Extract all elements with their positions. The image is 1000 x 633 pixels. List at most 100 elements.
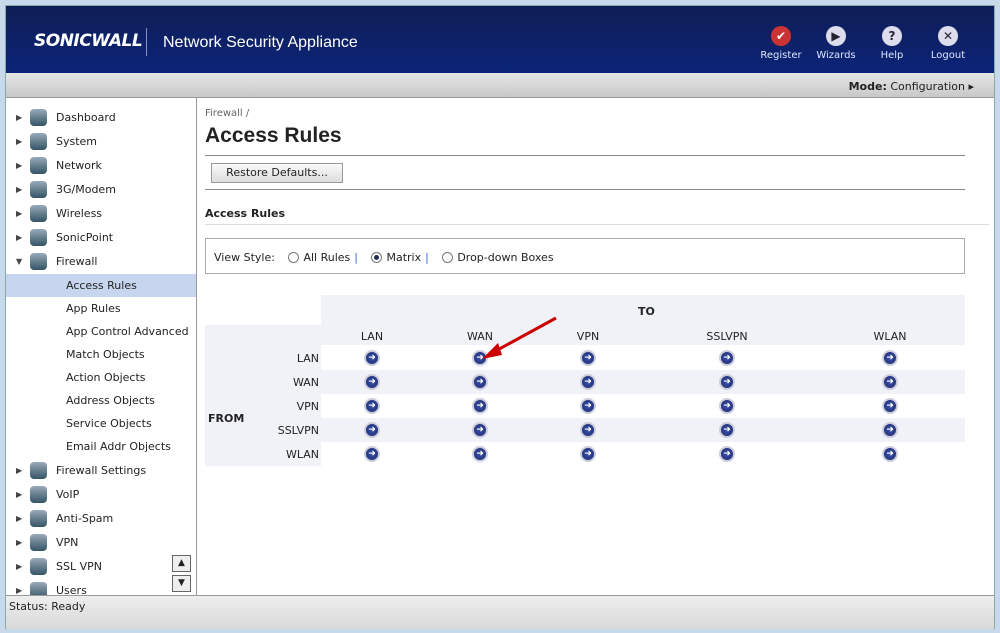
rule-arrow-icon[interactable]: ➜ [472, 398, 488, 414]
expand-arrow-icon[interactable]: ▶ [16, 202, 22, 225]
scroll-down-button[interactable]: ▼ [172, 575, 191, 592]
all-rules-label[interactable]: All Rules [303, 251, 350, 264]
expand-arrow-icon[interactable]: ▶ [16, 226, 22, 249]
dropdown-boxes-label[interactable]: Drop-down Boxes [457, 251, 553, 264]
sidebar-item-anti-spam[interactable]: ▶ Anti-Spam [6, 507, 196, 530]
rule-arrow-icon[interactable]: ➜ [719, 374, 735, 390]
sidebar-item-system[interactable]: ▶ System [6, 130, 196, 153]
matrix-label[interactable]: Matrix [386, 251, 421, 264]
to-label: TO [638, 305, 655, 318]
sidebar-item-firewall[interactable]: ▼ Firewall [6, 250, 196, 273]
expand-arrow-icon[interactable]: ▶ [16, 555, 22, 578]
sidebar-item-firewall-settings[interactable]: ▶ Firewall Settings [6, 459, 196, 482]
sidebar-item-label: SonicPoint [56, 231, 114, 244]
scroll-up-button[interactable]: ▲ [172, 555, 191, 572]
sidebar-item-label: System [56, 135, 98, 148]
rule-arrow-icon[interactable]: ➜ [364, 422, 380, 438]
sidebar-item-label: Match Objects [66, 348, 145, 361]
expand-arrow-icon[interactable]: ▶ [16, 459, 22, 482]
rule-arrow-icon[interactable]: ➜ [580, 398, 596, 414]
sidebar-item-voip[interactable]: ▶ VoIP [6, 483, 196, 506]
matrix-row [321, 346, 965, 370]
sidebar-item-label: Service Objects [66, 417, 152, 430]
wireless-icon [30, 205, 47, 222]
rule-arrow-icon[interactable]: ➜ [364, 350, 380, 366]
expand-arrow-icon[interactable]: ▼ [16, 250, 22, 273]
rule-arrow-icon[interactable]: ➜ [364, 398, 380, 414]
rule-arrow-icon[interactable]: ➜ [882, 350, 898, 366]
toolbar: Restore Defaults... [205, 155, 965, 190]
from-row-label: VPN [296, 400, 319, 413]
expand-arrow-icon[interactable]: ▶ [16, 154, 22, 177]
sonicpoint-icon [30, 229, 47, 246]
rule-arrow-icon[interactable]: ➜ [580, 446, 596, 462]
to-column-header: VPN [576, 330, 600, 343]
view-style-label: View Style: [214, 251, 275, 264]
sidebar-item-vpn[interactable]: ▶ VPN [6, 531, 196, 554]
rule-arrow-icon[interactable]: ➜ [882, 398, 898, 414]
rule-arrow-icon[interactable]: ➜ [580, 350, 596, 366]
radio-dropdown-boxes[interactable] [442, 252, 454, 263]
rule-arrow-icon[interactable]: ➜ [719, 398, 735, 414]
section-title: Access Rules [205, 207, 989, 225]
expand-arrow-icon[interactable]: ▶ [16, 507, 22, 530]
radio-matrix[interactable] [371, 252, 383, 263]
radio-all-rules[interactable] [288, 252, 300, 263]
sidebar-item-service-objects[interactable]: Service Objects [6, 412, 196, 435]
rule-arrow-icon[interactable]: ➜ [882, 422, 898, 438]
page-title: Access Rules [205, 124, 342, 147]
close-icon: ✕ [938, 26, 958, 46]
matrix-row [321, 394, 965, 418]
rule-arrow-icon[interactable]: ➜ [719, 422, 735, 438]
rule-arrow-icon[interactable]: ➜ [364, 374, 380, 390]
sidebar-item-label: Action Objects [66, 371, 146, 384]
sidebar-item-label: Email Addr Objects [66, 440, 171, 453]
rule-arrow-icon[interactable]: ➜ [882, 374, 898, 390]
sidebar-item-label: App Rules [66, 302, 121, 315]
rule-arrow-icon[interactable]: ➜ [580, 422, 596, 438]
firewall-icon [30, 253, 47, 270]
sidebar-item-access-rules[interactable]: Access Rules [6, 274, 196, 297]
rule-arrow-icon[interactable]: ➜ [719, 446, 735, 462]
view-style-bar: View Style: All Rules | Matrix | Drop-down… [205, 238, 965, 274]
mode-bar: Mode: Configuration ▸ [6, 73, 994, 98]
sidebar-item-action-objects[interactable]: Action Objects [6, 366, 196, 389]
breadcrumb[interactable]: Firewall / [205, 108, 249, 119]
logout-button[interactable]: ✕ Logout [920, 26, 976, 61]
register-button[interactable]: ✔ Register [753, 26, 809, 61]
rule-arrow-icon[interactable]: ➜ [719, 350, 735, 366]
sidebar-item-app-rules[interactable]: App Rules [6, 297, 196, 320]
sidebar-item-wireless[interactable]: ▶ Wireless [6, 202, 196, 225]
expand-arrow-icon[interactable]: ▶ [16, 483, 22, 506]
sidebar-item-match-objects[interactable]: Match Objects [6, 343, 196, 366]
rule-arrow-icon[interactable]: ➜ [472, 374, 488, 390]
sidebar-item-3g-modem[interactable]: ▶ 3G/Modem [6, 178, 196, 201]
sidebar-item-email-addr-objects[interactable]: Email Addr Objects [6, 435, 196, 458]
sidebar-item-app-control-advanced[interactable]: App Control Advanced [6, 320, 196, 343]
rule-arrow-icon[interactable]: ➜ [882, 446, 898, 462]
help-icon: ? [882, 26, 902, 46]
expand-arrow-icon[interactable]: ▶ [16, 531, 22, 554]
help-button[interactable]: ? Help [864, 26, 920, 61]
sidebar-item-sonicpoint[interactable]: ▶ SonicPoint [6, 226, 196, 249]
sidebar-item-label: Firewall [56, 255, 98, 268]
sidebar-item-ssl-vpn[interactable]: ▶ SSL VPN [6, 555, 196, 578]
matrix-row [321, 418, 965, 442]
expand-arrow-icon[interactable]: ▶ [16, 178, 22, 201]
rule-arrow-icon[interactable]: ➜ [472, 422, 488, 438]
rule-arrow-icon[interactable]: ➜ [364, 446, 380, 462]
rule-arrow-icon[interactable]: ➜ [472, 446, 488, 462]
rule-arrow-icon[interactable]: ➜ [580, 374, 596, 390]
sidebar-item-dashboard[interactable]: ▶ Dashboard [6, 106, 196, 129]
sidebar-item-address-objects[interactable]: Address Objects [6, 389, 196, 412]
mode-toggle[interactable]: Configuration ▸ [890, 80, 974, 93]
sidebar-item-label: Wireless [56, 207, 103, 220]
logout-label: Logout [930, 50, 966, 61]
restore-defaults-button[interactable]: Restore Defaults... [211, 163, 343, 183]
register-label: Register [760, 50, 802, 61]
from-header [205, 325, 321, 466]
expand-arrow-icon[interactable]: ▶ [16, 130, 22, 153]
wizards-button[interactable]: ▶ Wizards [808, 26, 864, 61]
expand-arrow-icon[interactable]: ▶ [16, 106, 22, 129]
sidebar-item-network[interactable]: ▶ Network [6, 154, 196, 177]
